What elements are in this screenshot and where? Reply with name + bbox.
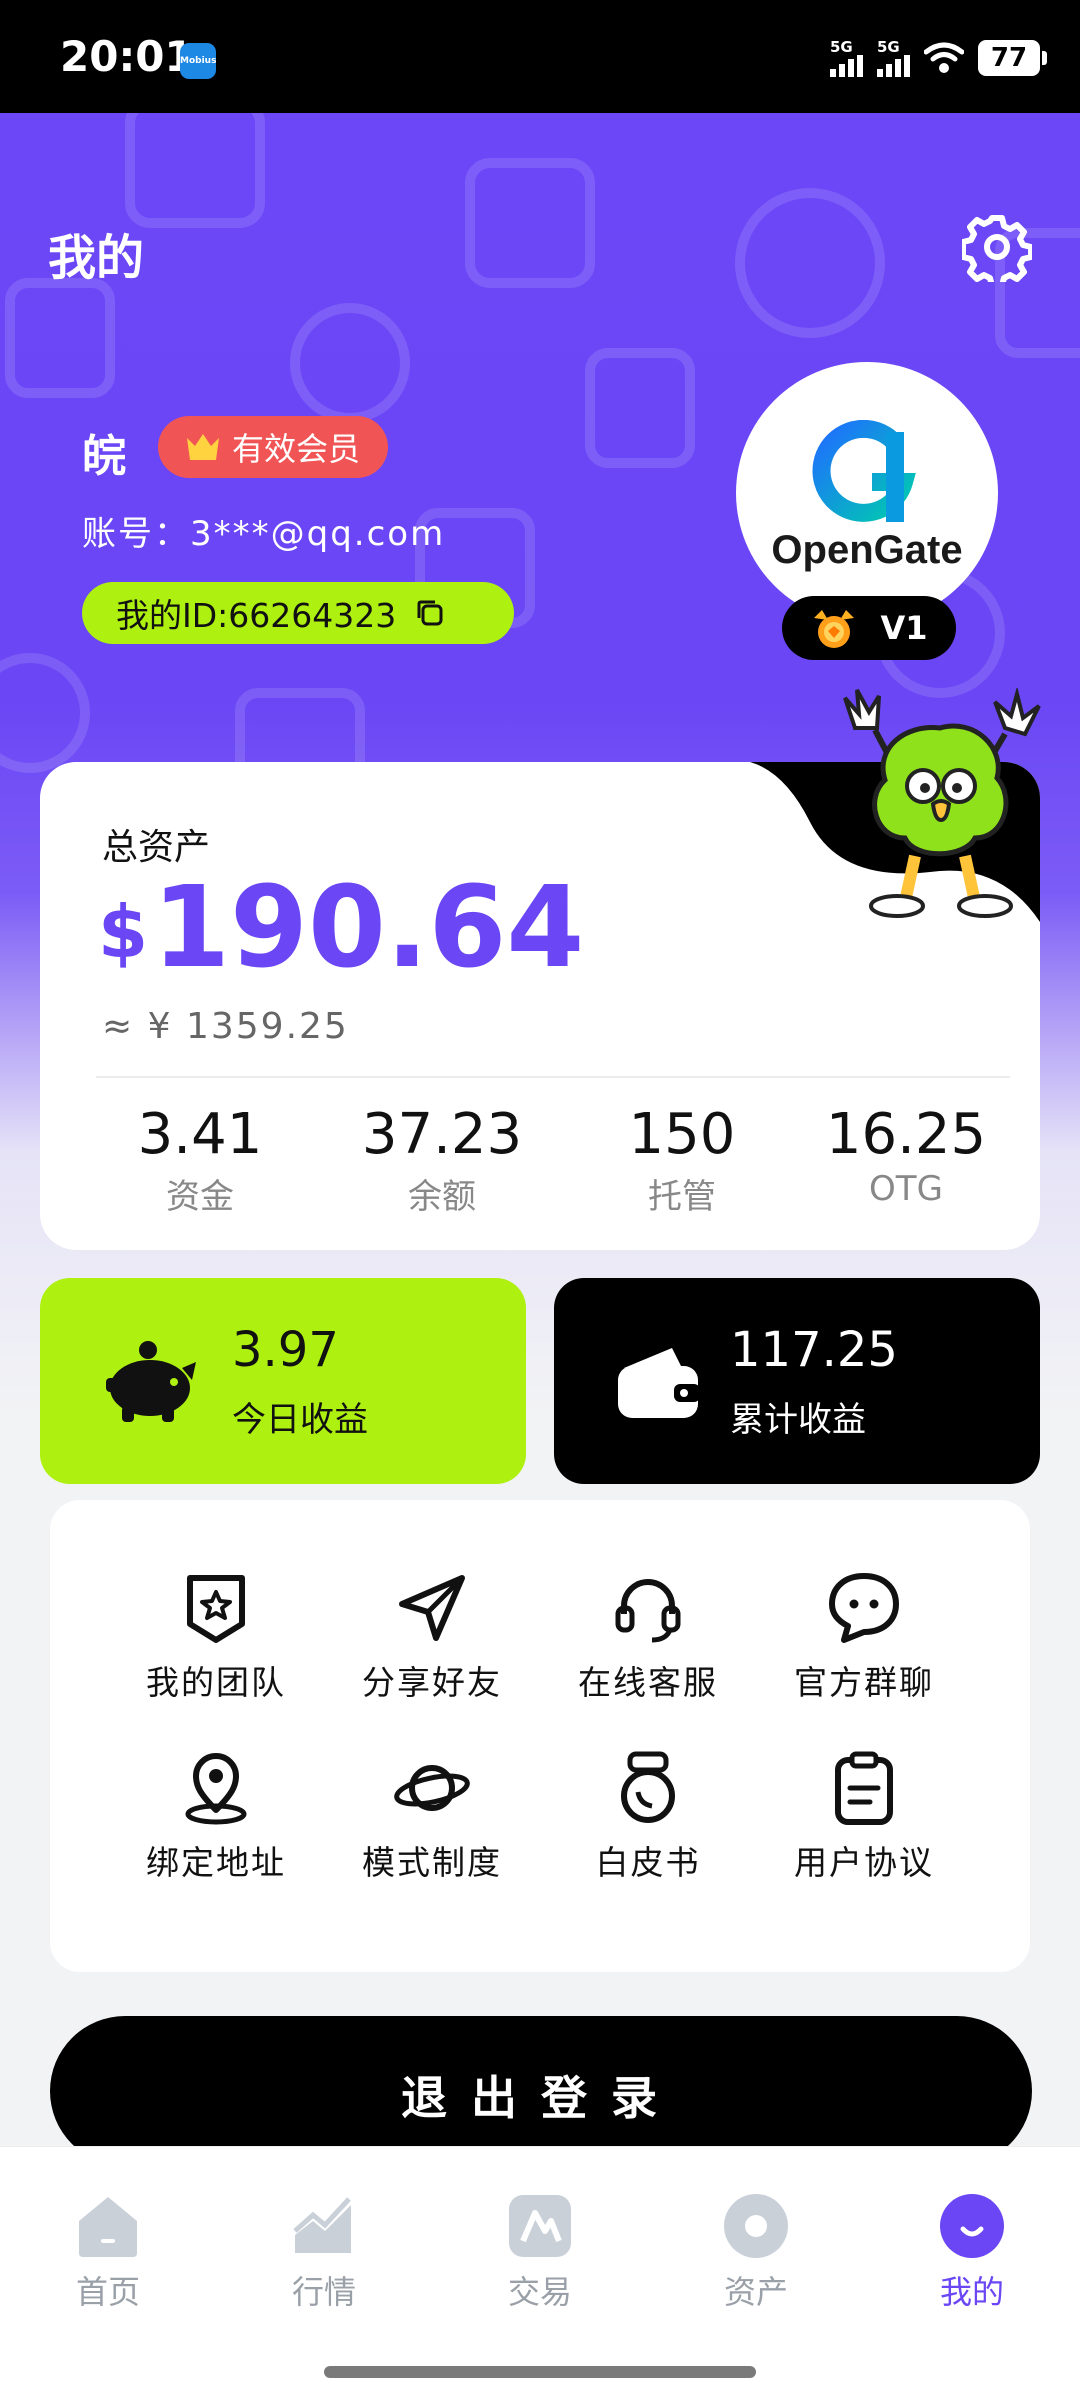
function-menu: 我的团队 分享好友 在线客服 官方群聊 绑定地址 模式制度 白皮书 用户协议	[50, 1500, 1030, 1972]
menu-item-user-agreement[interactable]: 用户协议	[764, 1748, 964, 1884]
team-badge-icon	[187, 1575, 245, 1643]
total-earnings-card[interactable]: 117.25 累计收益	[554, 1278, 1040, 1484]
paper-plane-icon	[399, 1575, 465, 1641]
location-pin-icon	[185, 1753, 247, 1825]
stat-label: 余额	[408, 1177, 476, 1217]
stat-otg: 16.25 OTG	[796, 1102, 1016, 1209]
user-id-label: 我的ID:66264323	[116, 596, 397, 635]
level-badge: V1	[782, 596, 956, 660]
today-earnings-card[interactable]: 3.97 今日收益	[40, 1278, 526, 1484]
home-icon	[79, 2197, 137, 2257]
level-label: V1	[880, 609, 928, 647]
stat-custody: 150 托管	[572, 1102, 792, 1218]
total-earnings-value: 117.25	[730, 1322, 898, 1378]
opengate-logo-icon	[812, 419, 916, 522]
wallet-icon	[618, 1348, 700, 1418]
status-time: 20:01	[60, 32, 194, 81]
menu-label: 绑定地址	[146, 1843, 286, 1882]
copy-icon[interactable]	[414, 597, 446, 629]
piggy-bank-icon	[106, 1341, 196, 1422]
avatar[interactable]: OpenGate	[736, 362, 998, 624]
stat-label: 托管	[648, 1177, 716, 1217]
tab-market[interactable]: 行情	[244, 2191, 404, 2313]
headset-icon	[615, 1579, 681, 1643]
user-id-pill[interactable]: 我的ID:66264323	[82, 582, 514, 644]
stat-value: 16.25	[825, 1102, 987, 1167]
menu-item-bind-address[interactable]: 绑定地址	[116, 1748, 316, 1884]
menu-label: 白皮书	[595, 1843, 701, 1882]
chart-icon	[293, 2197, 351, 2253]
tab-label: 行情	[291, 2273, 356, 2311]
menu-label: 我的团队	[146, 1663, 286, 1702]
stat-value: 37.23	[361, 1102, 523, 1167]
menu-item-group-chat[interactable]: 官方群聊	[764, 1568, 964, 1704]
medal-icon	[814, 610, 855, 648]
wifi-icon	[924, 42, 964, 73]
stat-balance: 37.23 余额	[332, 1102, 552, 1218]
stat-value: 150	[628, 1102, 736, 1167]
tab-trade[interactable]: 交易	[460, 2191, 620, 2313]
avatar-brand: OpenGate	[771, 527, 963, 572]
app-notification-icon: Mobius	[180, 43, 216, 79]
gear-icon[interactable]	[962, 212, 1032, 282]
status-indicators: 5G 5G 77	[830, 36, 1047, 80]
clipboard-icon	[835, 1751, 893, 1825]
mascot-illustration	[843, 688, 1041, 918]
status-bar: 20:01 Mobius 5G 5G 77	[0, 0, 1080, 113]
signal-icon: 5G	[877, 39, 910, 77]
stat-value: 3.41	[137, 1102, 263, 1167]
menu-item-whitepaper[interactable]: 白皮书	[548, 1748, 748, 1884]
stat-label: OTG	[869, 1169, 943, 1209]
trade-icon	[509, 2195, 571, 2257]
planet-icon	[394, 1765, 470, 1811]
tab-label: 交易	[507, 2273, 572, 2311]
menu-item-support[interactable]: 在线客服	[548, 1568, 748, 1704]
today-earnings-value: 3.97	[232, 1322, 339, 1378]
stat-label: 资金	[166, 1177, 234, 1217]
total-assets-value: $ 190.64	[98, 872, 584, 984]
today-earnings-label: 今日收益	[232, 1400, 368, 1440]
tab-label: 资产	[723, 2273, 788, 2311]
tab-label: 我的	[939, 2273, 1004, 2311]
profile-icon	[940, 2194, 1004, 2258]
page-title: 我的	[48, 230, 145, 286]
menu-label: 模式制度	[362, 1843, 502, 1882]
whitepaper-icon	[621, 1751, 675, 1823]
menu-item-mode-rules[interactable]: 模式制度	[332, 1748, 532, 1884]
divider	[96, 1076, 1010, 1078]
signal-icon: 5G	[830, 39, 863, 77]
tab-assets[interactable]: 资产	[676, 2191, 836, 2313]
menu-label: 在线客服	[578, 1663, 718, 1702]
battery-icon: 77	[978, 40, 1047, 76]
crown-icon	[187, 434, 219, 460]
menu-label: 官方群聊	[794, 1663, 934, 1702]
menu-label: 用户协议	[794, 1843, 934, 1882]
account-email: 账号：3***@qq.com	[82, 514, 446, 554]
member-badge-label: 有效会员	[232, 430, 361, 468]
stat-funds: 3.41 资金	[90, 1102, 310, 1218]
menu-item-team[interactable]: 我的团队	[116, 1568, 316, 1704]
tab-label: 首页	[75, 2273, 140, 2311]
bottom-tab-bar: 首页 行情 交易 资产 我的	[0, 2146, 1080, 2400]
total-assets-amount: 190.64	[152, 863, 585, 993]
username: 皖	[82, 431, 126, 482]
asset-icon	[724, 2194, 788, 2258]
menu-label: 分享好友	[362, 1663, 502, 1702]
total-earnings-label: 累计收益	[730, 1400, 866, 1440]
home-indicator[interactable]	[324, 2366, 756, 2378]
cny-equivalent: ≈ ¥ 1359.25	[102, 1006, 349, 1047]
logout-button[interactable]: 退出登录	[50, 2016, 1032, 2166]
tab-profile[interactable]: 我的	[892, 2191, 1052, 2313]
member-badge: 有效会员	[158, 416, 389, 478]
chat-bubble-icon	[829, 1573, 899, 1643]
menu-item-share[interactable]: 分享好友	[332, 1568, 532, 1704]
currency-symbol: $	[98, 890, 149, 974]
tab-home[interactable]: 首页	[28, 2191, 188, 2313]
